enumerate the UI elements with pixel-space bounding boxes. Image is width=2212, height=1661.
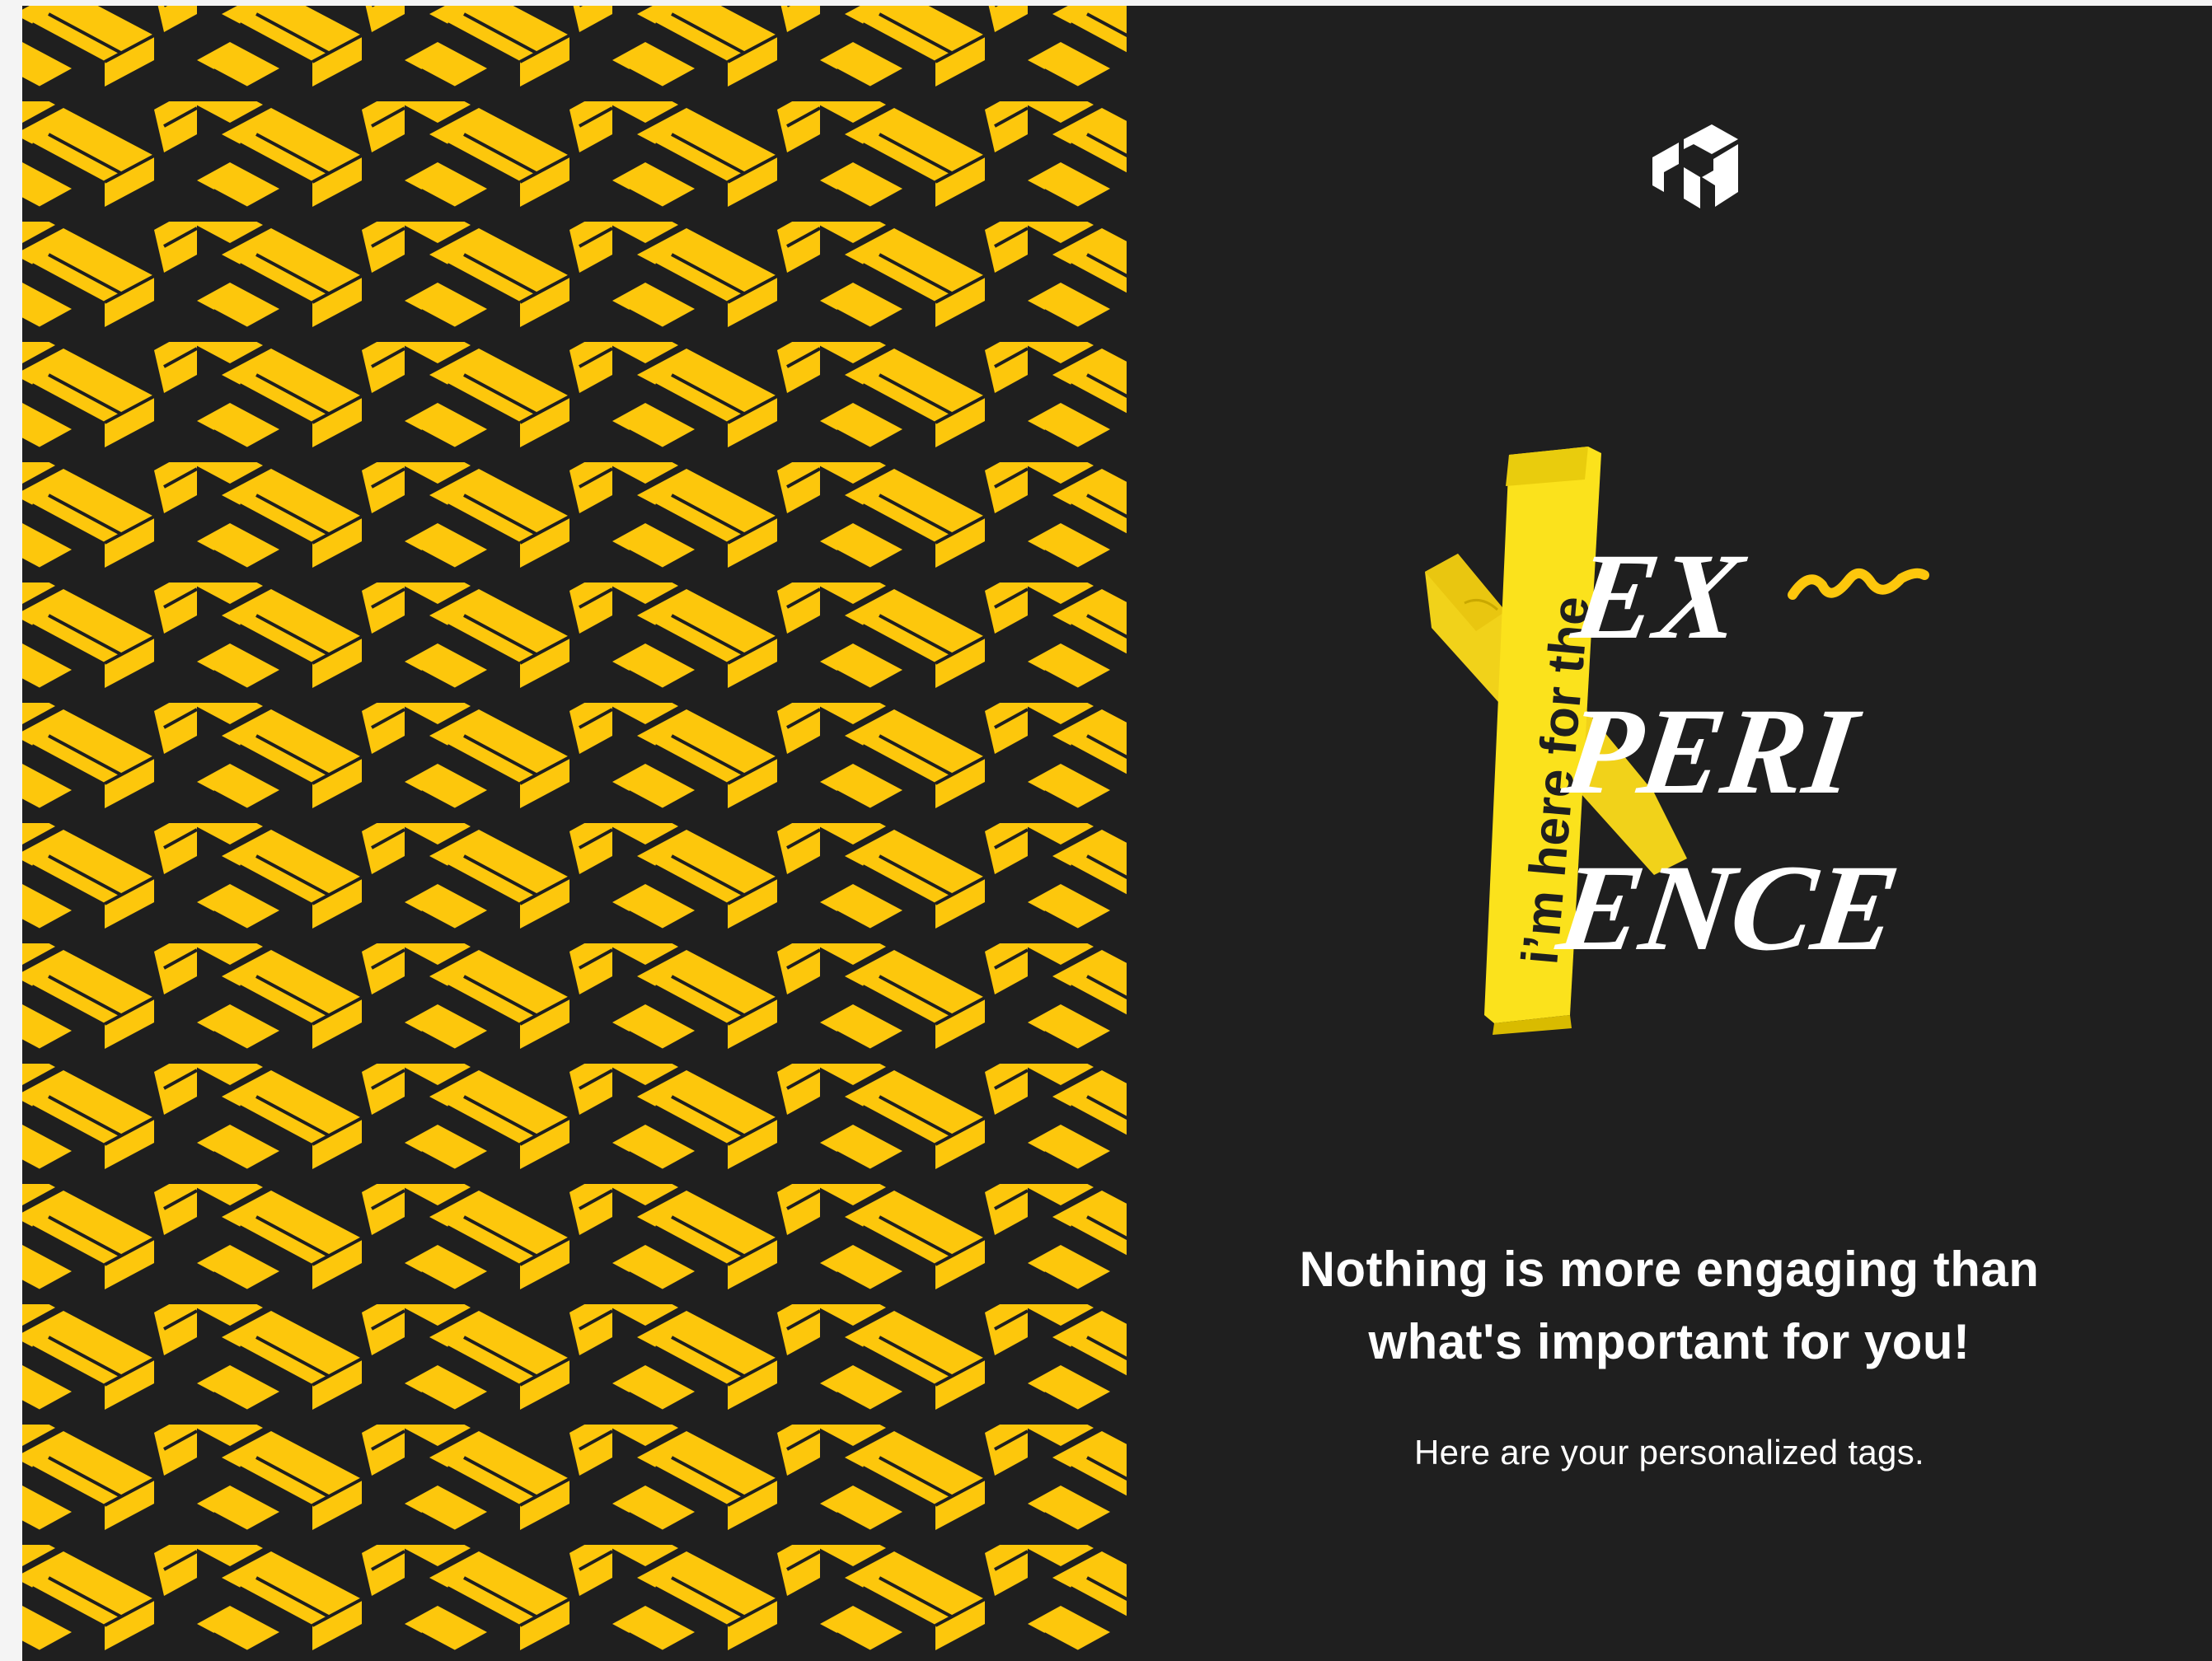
- squiggle-decoration-icon: [1788, 568, 1929, 600]
- experience-hero-graphic: i’m here for the EX PERI ENCE: [1407, 447, 1967, 1040]
- experience-word-line-1: EX: [1564, 528, 1753, 665]
- headline-line-1: Nothing is more engaging than: [1299, 1242, 2040, 1297]
- brand-cube-logo-icon: [1636, 116, 1743, 223]
- headline-line-2: what's important for you!: [1368, 1314, 1971, 1369]
- welcome-content-panel: i’m here for the EX PERI ENCE Nothing is…: [1127, 6, 2212, 1661]
- experience-word-line-3: ENCE: [1549, 840, 1907, 976]
- experience-word-line-2: PERI: [1555, 683, 1868, 820]
- isometric-pattern-graphic: [22, 6, 1127, 1661]
- geometric-pattern-panel: [22, 6, 1127, 1661]
- headline: Nothing is more engaging than what's imp…: [1127, 1233, 2212, 1378]
- subtext: Here are your personalized tags.: [1414, 1433, 1924, 1472]
- onboarding-card: i’m here for the EX PERI ENCE Nothing is…: [22, 6, 2212, 1661]
